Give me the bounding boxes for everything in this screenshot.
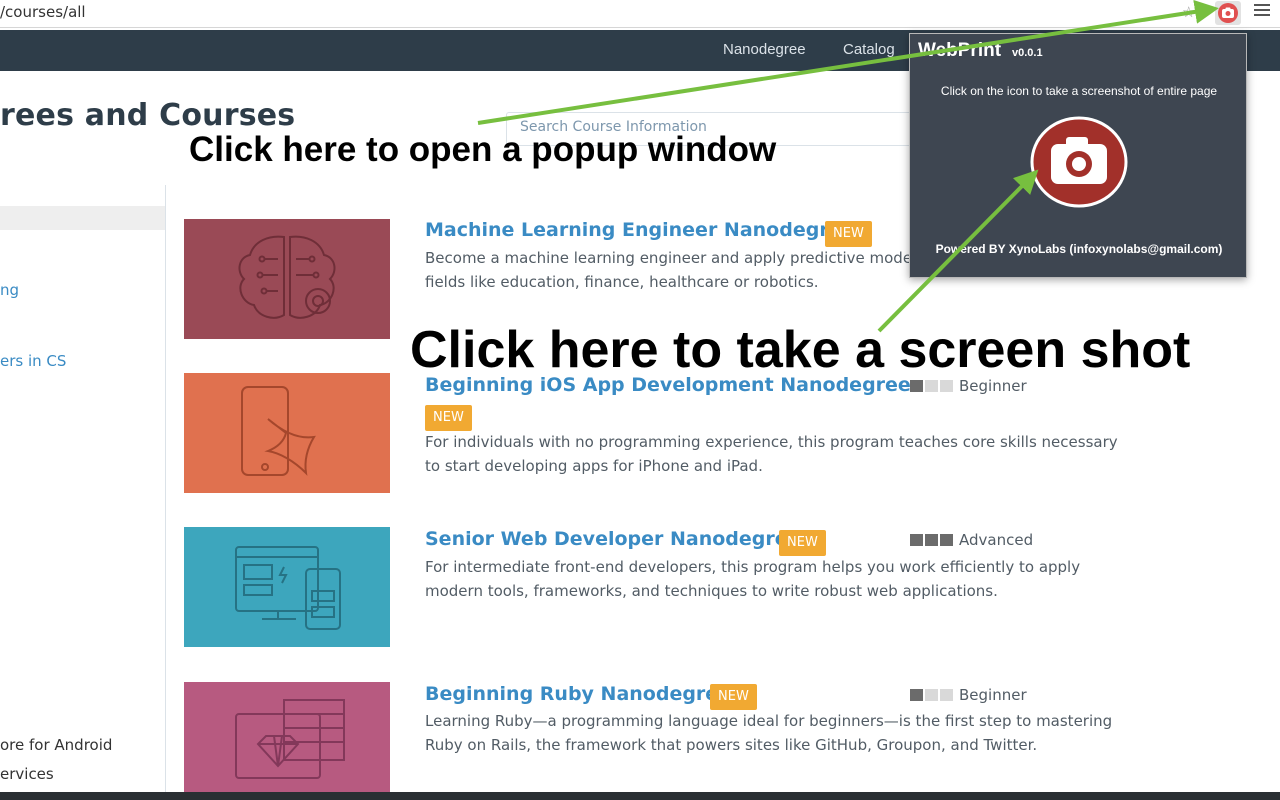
webprint-popup: WebPrint v0.0.1 Click on the icon to tak… [909,33,1247,278]
new-badge: NEW [710,684,757,710]
nav-link-nanodegree[interactable]: Nanodegree [723,41,806,58]
course-description: Become a machine learning engineer and a… [425,246,916,294]
level-bar-empty [940,379,953,392]
sidebar-item-link[interactable]: ers in CS [0,352,66,370]
nav-link-catalog[interactable]: Catalog [843,41,895,58]
course-description: For individuals with no programming expe… [425,430,1118,478]
devices-icon [235,546,341,630]
course-description: For intermediate front-end developers, t… [425,555,1080,603]
ruby-monitor-icon [235,699,345,779]
course-description-line: For individuals with no programming expe… [425,433,1118,451]
difficulty-level: Advanced [910,529,1033,549]
course-description-line: Become a machine learning engineer and a… [425,249,917,267]
popup-footer: Powered BY XynoLabs (infoxynolabs@gmail.… [935,242,1223,256]
new-badge: NEW [779,530,826,556]
course-description: Learning Ruby—a programming language ide… [425,709,1112,757]
new-badge: NEW [425,405,472,431]
annotation-popup-hint: Click here to open a popup window [189,130,777,169]
course-title-link[interactable]: Machine Learning Engineer Nanodegree [425,219,854,241]
page-title: rees and Courses [0,98,296,133]
course-title-link[interactable]: Beginning Ruby Nanodegree [425,683,731,705]
level-label: Beginner [959,685,1027,704]
course-description-line: fields like education, finance, healthca… [425,273,819,291]
browser-menu-icon[interactable] [1254,4,1270,18]
course-thumbnail[interactable] [184,373,390,493]
bookmark-star-icon[interactable]: ☆ [1182,3,1195,21]
take-screenshot-button[interactable] [1029,116,1129,208]
camera-icon [1030,116,1128,208]
level-bar-filled [910,379,923,392]
level-bar-filled [910,688,923,701]
course-thumbnail[interactable] [184,219,390,339]
difficulty-level: Beginner [910,684,1027,704]
popup-version: v0.0.1 [1012,47,1043,59]
course-description-line: For intermediate front-end developers, t… [425,558,1081,576]
sidebar-item[interactable]: ervices [0,765,54,783]
course-thumbnail[interactable] [184,682,390,800]
course-description-line: Ruby on Rails, the framework that powers… [425,736,1038,754]
new-badge: NEW [825,221,872,247]
sidebar-item-link[interactable]: ng [0,281,19,299]
annotation-screenshot-hint: Click here to take a screen shot [410,321,1191,379]
address-bar[interactable]: /courses/all [0,3,86,21]
level-bar-filled [925,533,938,546]
swift-phone-icon [241,386,316,476]
level-bar-empty [925,379,938,392]
level-bar-filled [940,533,953,546]
level-bar-empty [925,688,938,701]
browser-toolbar: /courses/all ☆ [0,0,1280,28]
sidebar-divider [165,185,166,800]
level-bar-empty [940,688,953,701]
course-description-line: to start developing apps for iPhone and … [425,457,763,475]
course-thumbnail[interactable] [184,527,390,647]
level-bar-filled [910,533,923,546]
course-title-link[interactable]: Senior Web Developer Nanodegree [425,528,801,550]
brain-icon [238,235,336,319]
webprint-extension-button[interactable] [1215,1,1241,25]
level-label: Advanced [959,530,1034,549]
popup-title: WebPrint [918,40,1002,61]
popup-instruction: Click on the icon to take a screenshot o… [940,84,1218,98]
camera-icon [1218,3,1238,23]
desktop-background-strip [0,792,1280,800]
sidebar-item[interactable]: ore for Android [0,736,112,754]
sidebar-item-active[interactable] [0,206,165,230]
course-description-line: Learning Ruby—a programming language ide… [425,712,1113,730]
course-description-line: modern tools, frameworks, and techniques… [425,582,998,600]
